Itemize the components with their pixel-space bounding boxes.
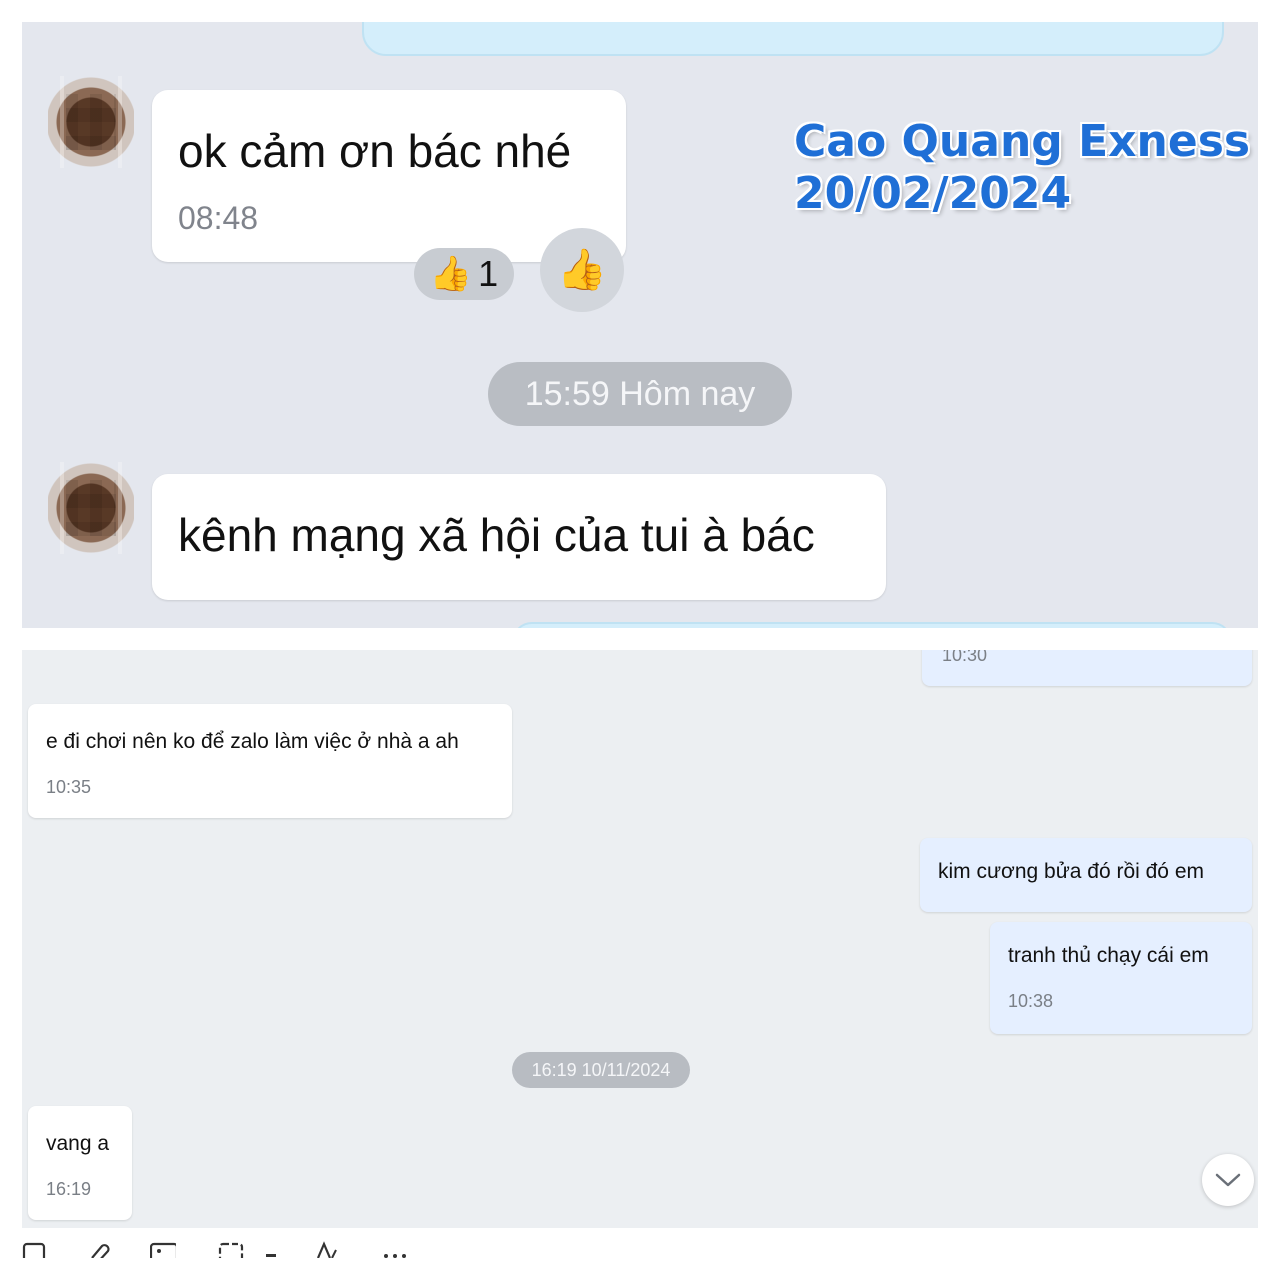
reaction-count: 1 xyxy=(478,253,499,294)
date-separator-text: 15:59 Hôm nay xyxy=(524,374,756,413)
message-text: e đi chơi nên ko để zalo làm việc ở nhà … xyxy=(46,730,459,753)
sticker-icon[interactable] xyxy=(22,1236,48,1258)
contact-card-icon[interactable] xyxy=(150,1236,176,1258)
date-separator-text: 16:19 10/11/2024 xyxy=(531,1059,671,1080)
message-time: 10:35 xyxy=(46,777,92,797)
message-text: kim cương bửa đó rồi đó em xyxy=(938,860,1204,883)
text-format-icon[interactable] xyxy=(314,1236,340,1258)
message-bubble[interactable]: e đi chơi nên ko để zalo làm việc ở nhà … xyxy=(28,704,512,818)
message-time: 10:30 xyxy=(942,650,988,665)
message-bubble[interactable]: tranh thủ chạy cái em 10:38 xyxy=(990,922,1252,1034)
message-time: 10:38 xyxy=(1008,991,1054,1011)
watermark: Cao Quang Exness 20/02/2024 xyxy=(794,116,1250,220)
message-text: tranh thủ chạy cái em xyxy=(1008,944,1209,967)
bottom-chat-screenshot: 10:30 e đi chơi nên ko để zalo làm việc … xyxy=(22,650,1258,1228)
message-bubble[interactable]: 10:30 xyxy=(922,650,1252,686)
chevron-down-icon xyxy=(1215,1173,1241,1187)
message-text: vang a xyxy=(46,1132,110,1155)
message-time: 16:19 xyxy=(46,1179,92,1199)
contact-avatar xyxy=(48,76,134,168)
scroll-to-bottom-button[interactable] xyxy=(1202,1154,1254,1206)
watermark-line-1: Cao Quang Exness xyxy=(794,116,1251,167)
message-bubble[interactable]: kim cương bửa đó rồi đó em xyxy=(920,838,1252,912)
message-time: 08:48 xyxy=(178,200,259,236)
more-options-icon[interactable] xyxy=(382,1236,408,1258)
attachment-icon[interactable] xyxy=(86,1236,112,1258)
message-text: kênh mạng xã hội của tui à bác xyxy=(178,509,815,561)
add-reaction-button[interactable]: 👍 xyxy=(540,228,624,312)
dropdown-caret-icon[interactable] xyxy=(262,1236,280,1258)
message-bubble[interactable]: vang a 16:19 xyxy=(28,1106,132,1220)
composer-toolbar xyxy=(22,1236,1258,1258)
message-text: ok cảm ơn bác nhé xyxy=(178,125,572,177)
thumbs-up-icon: 👍 xyxy=(429,255,473,293)
date-separator: 16:19 10/11/2024 xyxy=(512,1052,690,1088)
screenshot-icon[interactable] xyxy=(218,1236,244,1258)
top-chat-screenshot: ok cảm ơn bác nhé 08:48 👍 1 👍 Cao Quang … xyxy=(22,22,1258,628)
message-bubble[interactable]: kênh mạng xã hội của tui à bác xyxy=(152,474,886,600)
partial-message-bubble xyxy=(512,622,1232,628)
thumbs-up-icon: 👍 xyxy=(557,248,607,292)
reaction-count-badge[interactable]: 👍 1 xyxy=(414,248,514,300)
date-separator: 15:59 Hôm nay xyxy=(488,362,792,426)
partial-message-bubble xyxy=(362,22,1224,56)
watermark-line-2: 20/02/2024 xyxy=(794,168,1072,219)
contact-avatar xyxy=(48,462,134,554)
